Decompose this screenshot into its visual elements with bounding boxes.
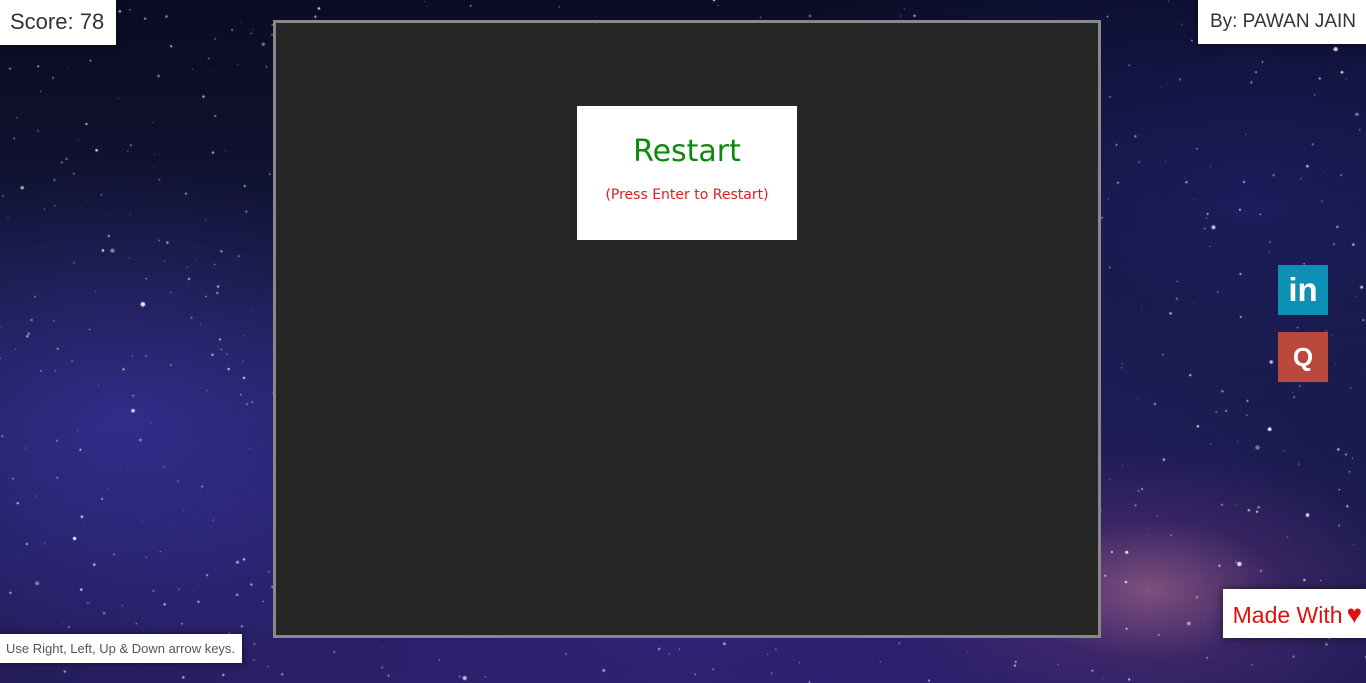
heart-icon: ♥ [1346, 599, 1362, 629]
score-display: Score: 78 [0, 0, 117, 45]
restart-title[interactable]: Restart [577, 134, 797, 169]
controls-instructions: Use Right, Left, Up & Down arrow keys. [0, 634, 243, 663]
author-credit: By: PAWAN JAIN [1197, 0, 1366, 44]
score-value: 78 [79, 9, 105, 34]
made-with-badge: Made With ♥ [1222, 589, 1366, 638]
score-label: Score: [10, 9, 74, 34]
restart-hint: (Press Enter to Restart) [605, 187, 769, 203]
made-with-label: Made With [1232, 602, 1343, 628]
restart-panel[interactable]: Restart (Press Enter to Restart) [577, 106, 797, 240]
game-board[interactable]: Restart (Press Enter to Restart) [273, 20, 1101, 638]
linkedin-glyph: in [1288, 271, 1318, 308]
quora-glyph: Q [1292, 341, 1314, 372]
quora-icon[interactable]: Q [1278, 332, 1328, 382]
linkedin-icon[interactable]: in [1278, 265, 1328, 315]
